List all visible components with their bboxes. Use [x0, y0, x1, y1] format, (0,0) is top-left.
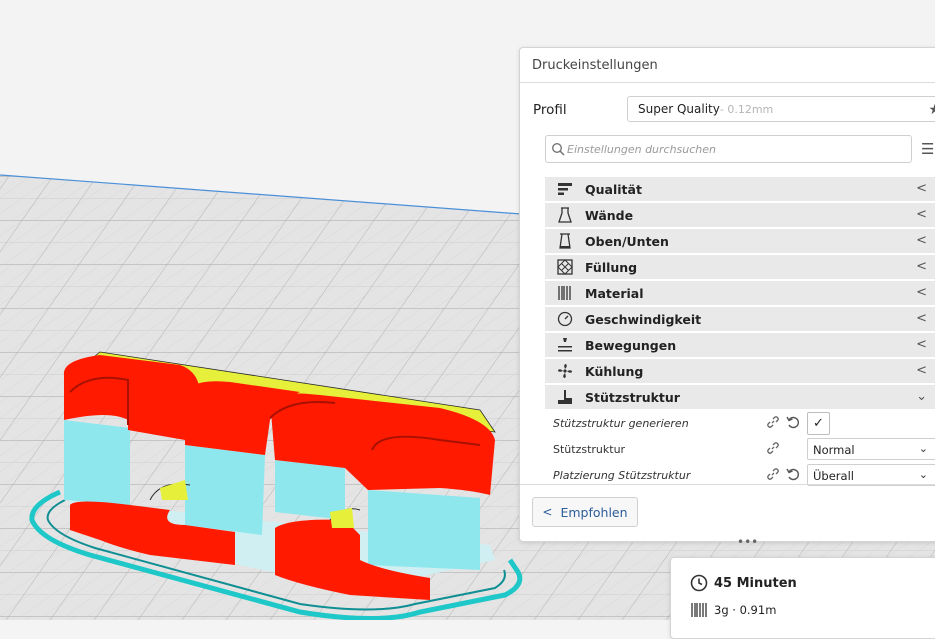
chevron-left-icon: < — [916, 181, 927, 196]
setting-label: Platzierung Stützstruktur — [553, 469, 691, 482]
setting-generate-support: Stützstruktur generieren ✓ — [553, 412, 935, 436]
material-icon — [558, 286, 571, 300]
print-estimate-panel: 45 Minuten 3g · 0.91m — [670, 557, 935, 639]
recommended-button[interactable]: < Empfohlen — [532, 497, 638, 527]
dropdown-value: Normal — [813, 443, 855, 457]
profile-layer-height: - 0.12mm — [719, 102, 774, 116]
category-speed[interactable]: Geschwindigkeit < — [545, 307, 935, 331]
support-structure-dropdown[interactable]: Normal ⌄ — [807, 438, 935, 460]
settings-menu-icon[interactable]: ☰ — [921, 140, 934, 158]
top-bottom-icon — [559, 233, 571, 249]
chevron-left-icon: < — [916, 337, 927, 352]
chevron-left-icon: < — [916, 233, 927, 248]
favorite-star-icon[interactable]: ★ — [928, 102, 935, 118]
setting-label: Stützstruktur generieren — [553, 417, 689, 430]
category-label: Füllung — [585, 259, 638, 275]
panel-title: Druckeinstellungen — [532, 57, 658, 73]
category-top-bottom[interactable]: Oben/Unten < — [545, 229, 935, 253]
category-quality[interactable]: Qualität < — [545, 177, 935, 201]
chevron-left-icon: < — [916, 363, 927, 378]
print-settings-panel: Druckeinstellungen Profil Super Quality … — [519, 47, 935, 542]
chevron-left-icon: < — [916, 311, 927, 326]
profile-name: Super Quality — [638, 102, 720, 116]
support-placement-dropdown[interactable]: Überall ⌄ — [807, 464, 935, 486]
dropdown-value: Überall — [813, 469, 854, 483]
chevron-down-icon: ⌄ — [916, 389, 927, 404]
settings-search[interactable] — [545, 135, 912, 163]
search-icon — [551, 142, 565, 156]
category-label: Geschwindigkeit — [585, 311, 702, 327]
print-time-value: 45 Minuten — [714, 575, 797, 591]
category-label: Material — [585, 285, 644, 301]
walls-icon — [558, 207, 572, 223]
link-icon[interactable] — [766, 415, 780, 429]
category-walls[interactable]: Wände < — [545, 203, 935, 227]
panel-header: Druckeinstellungen — [520, 48, 935, 83]
cooling-icon — [558, 364, 572, 378]
setting-support-structure: Stützstruktur Normal ⌄ — [553, 438, 935, 462]
infill-icon — [557, 259, 573, 275]
material-usage: 3g · 0.91m — [690, 602, 776, 618]
material-usage-value: 3g · 0.91m — [714, 603, 777, 617]
category-label: Wände — [585, 207, 634, 223]
category-support[interactable]: Stützstruktur ⌄ — [545, 385, 935, 409]
category-cooling[interactable]: Kühlung < — [545, 359, 935, 383]
category-label: Qualität — [585, 181, 642, 197]
support-icon — [558, 390, 572, 404]
profile-label: Profil — [533, 102, 567, 118]
category-infill[interactable]: Füllung < — [545, 255, 935, 279]
search-input[interactable] — [565, 141, 899, 157]
chevron-left-icon: < — [542, 505, 553, 519]
profile-dropdown[interactable]: Super Quality - 0.12mm ★ — [627, 96, 935, 122]
setting-label: Stützstruktur — [553, 443, 626, 456]
chevron-down-icon: ⌄ — [918, 442, 928, 455]
chevron-left-icon: < — [916, 285, 927, 300]
link-icon[interactable] — [766, 441, 780, 455]
recommended-label: Empfohlen — [560, 504, 628, 520]
chevron-left-icon: < — [916, 207, 927, 222]
quality-icon — [558, 183, 572, 195]
category-label: Kühlung — [585, 363, 644, 379]
reset-icon[interactable] — [786, 415, 800, 429]
generate-support-checkbox[interactable]: ✓ — [807, 412, 830, 435]
travel-icon — [558, 338, 572, 352]
print-time: 45 Minuten — [690, 574, 797, 592]
category-label: Bewegungen — [585, 337, 677, 353]
chevron-left-icon: < — [916, 259, 927, 274]
panel-footer: < Empfohlen — [520, 484, 935, 542]
link-icon[interactable] — [766, 467, 780, 481]
panel-resize-handle[interactable]: ••• — [737, 535, 758, 549]
category-material[interactable]: Material < — [545, 281, 935, 305]
profile-row: Profil Super Quality - 0.12mm ★ — [520, 96, 935, 124]
settings-categories: Qualität < Wände < Oben/Unten < Füllung … — [545, 177, 935, 411]
material-spool-icon — [691, 603, 707, 617]
chevron-down-icon: ⌄ — [918, 468, 928, 481]
clock-icon — [690, 574, 708, 592]
speed-icon — [557, 311, 573, 327]
reset-icon[interactable] — [786, 467, 800, 481]
category-travel[interactable]: Bewegungen < — [545, 333, 935, 357]
category-label: Stützstruktur — [585, 389, 680, 405]
category-label: Oben/Unten — [585, 233, 669, 249]
